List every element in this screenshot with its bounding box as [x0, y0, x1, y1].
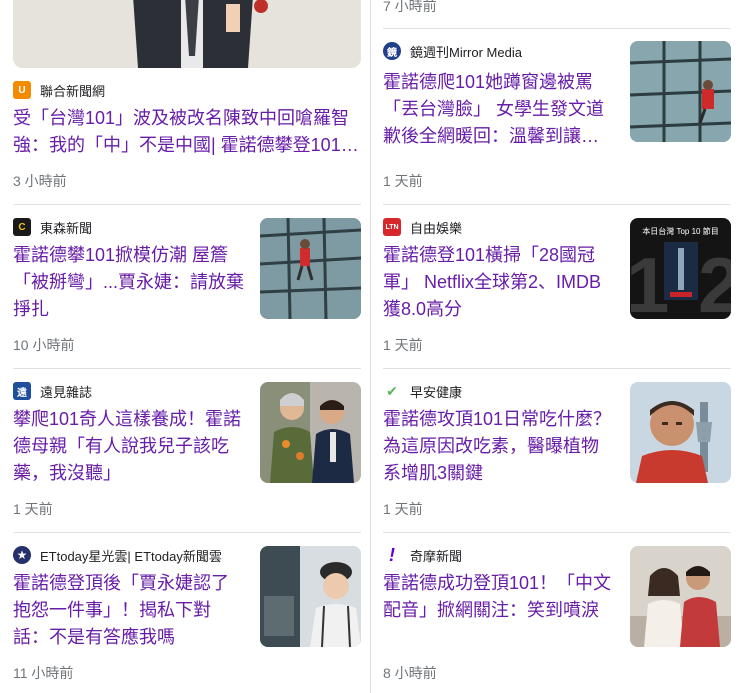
news-title[interactable]: 霍諾德攻頂101日常吃什麼？為這原因改吃素，醫曝植物系增肌3關鍵	[383, 406, 615, 487]
divider	[383, 368, 731, 369]
news-card[interactable]: ★ ETtoday星光雲| ETtoday新聞雲 霍諾德登頂後「賈永婕認了抱怨一…	[13, 545, 361, 681]
news-card[interactable]: ! 奇摩新聞 霍諾德成功登頂101！「中文配音」掀網關注：笑到噴淚 8 小時前	[383, 545, 731, 681]
news-card[interactable]: LTN 自由娛樂 霍諾德登101橫掃「28國冠軍」 Netflix全球第2、IM…	[383, 217, 731, 353]
news-thumbnail[interactable]: 本日台灣 Top 10 節目 1 2	[630, 218, 731, 319]
news-card[interactable]: ✔ 早安健康 霍諾德攻頂101日常吃什麼？為這原因改吃素，醫曝植物系增肌3關鍵 …	[383, 381, 731, 517]
news-title[interactable]: 受「台灣101」波及被改名陳致中回嗆羅智強：我的「中」不是中國| 霍諾德攀登10…	[13, 105, 361, 159]
svg-text:1: 1	[630, 241, 669, 319]
source-name: 遠見雜誌	[40, 384, 93, 400]
news-card[interactable]: 遠 遠見雜誌 攀爬101奇人這樣養成！霍諾德母親「有人說我兒子該吃藥，我沒聽」 …	[13, 381, 361, 517]
news-title[interactable]: 攀爬101奇人這樣養成！霍諾德母親「有人說我兒子該吃藥，我沒聽」	[13, 406, 245, 487]
news-time: 1 天前	[383, 173, 423, 189]
news-thumbnail[interactable]	[260, 546, 361, 647]
divider	[383, 204, 731, 205]
ettoday-logo-icon: ★	[13, 546, 31, 564]
source-name: 東森新聞	[40, 220, 93, 236]
source-name: 奇摩新聞	[410, 548, 463, 564]
news-title[interactable]: 霍諾德成功登頂101！「中文配音」掀網關注：笑到噴淚	[383, 570, 615, 624]
morning-health-logo-icon: ✔	[383, 382, 401, 400]
news-thumbnail[interactable]	[630, 382, 731, 483]
news-thumbnail[interactable]	[260, 218, 361, 319]
divider	[383, 532, 731, 533]
divider	[13, 532, 361, 533]
udn-logo-icon: U	[13, 81, 31, 99]
ltn-logo-icon: LTN	[383, 218, 401, 236]
source-name: 早安健康	[410, 384, 463, 400]
news-thumbnail[interactable]	[630, 41, 731, 142]
news-source: U 聯合新聞網	[13, 80, 361, 100]
news-card[interactable]: C 東森新聞 霍諾德攀101掀模仿潮 屋簷「被掰彎」...賈永婕：請放棄掙扎 1…	[13, 217, 361, 353]
ebc-logo-icon: C	[13, 218, 31, 236]
news-thumbnail[interactable]	[260, 382, 361, 483]
mirror-media-logo-icon: 鏡	[383, 42, 401, 60]
news-title[interactable]: 霍諾德登頂後「賈永婕認了抱怨一件事」！揭私下對話：不是有答應我嗎	[13, 570, 245, 651]
news-time: 11 小時前	[13, 665, 74, 681]
divider	[13, 368, 361, 369]
divider	[13, 204, 361, 205]
news-time: 1 天前	[13, 501, 53, 517]
news-time: 3 小時前	[13, 173, 67, 189]
source-name: 聯合新聞網	[40, 83, 106, 99]
news-time: 1 天前	[383, 501, 423, 517]
news-time: 8 小時前	[383, 665, 437, 681]
news-time: 1 天前	[383, 337, 423, 353]
yahoo-logo-icon: !	[383, 546, 401, 564]
news-title[interactable]: 霍諾德爬101她蹲窗邊被罵「丟台灣臉」 女學生發文道歉後全網暖回：溫馨到讓人…	[383, 69, 615, 150]
source-name: 自由娛樂	[410, 220, 463, 236]
source-name: ETtoday星光雲| ETtoday新聞雲	[40, 548, 222, 564]
svg-text:2: 2	[698, 241, 731, 319]
news-thumbnail[interactable]	[630, 546, 731, 647]
divider	[383, 28, 731, 29]
news-time: 7 小時前	[383, 0, 437, 14]
news-time: 10 小時前	[13, 337, 75, 353]
top-story-image[interactable]	[13, 0, 361, 68]
news-title[interactable]: 霍諾德攀101掀模仿潮 屋簷「被掰彎」...賈永婕：請放棄掙扎	[13, 242, 245, 323]
news-title[interactable]: 霍諾德登101橫掃「28國冠軍」 Netflix全球第2、IMDB獲8.0高分	[383, 242, 615, 323]
news-card[interactable]: U 聯合新聞網 受「台灣101」波及被改名陳致中回嗆羅智強：我的「中」不是中國|…	[13, 80, 361, 191]
column-divider	[370, 0, 371, 693]
source-name: 鏡週刊Mirror Media	[410, 44, 522, 60]
gvm-logo-icon: 遠	[13, 382, 31, 400]
news-card[interactable]: 鏡 鏡週刊Mirror Media 霍諾德爬101她蹲窗邊被罵「丟台灣臉」 女學…	[383, 41, 731, 189]
